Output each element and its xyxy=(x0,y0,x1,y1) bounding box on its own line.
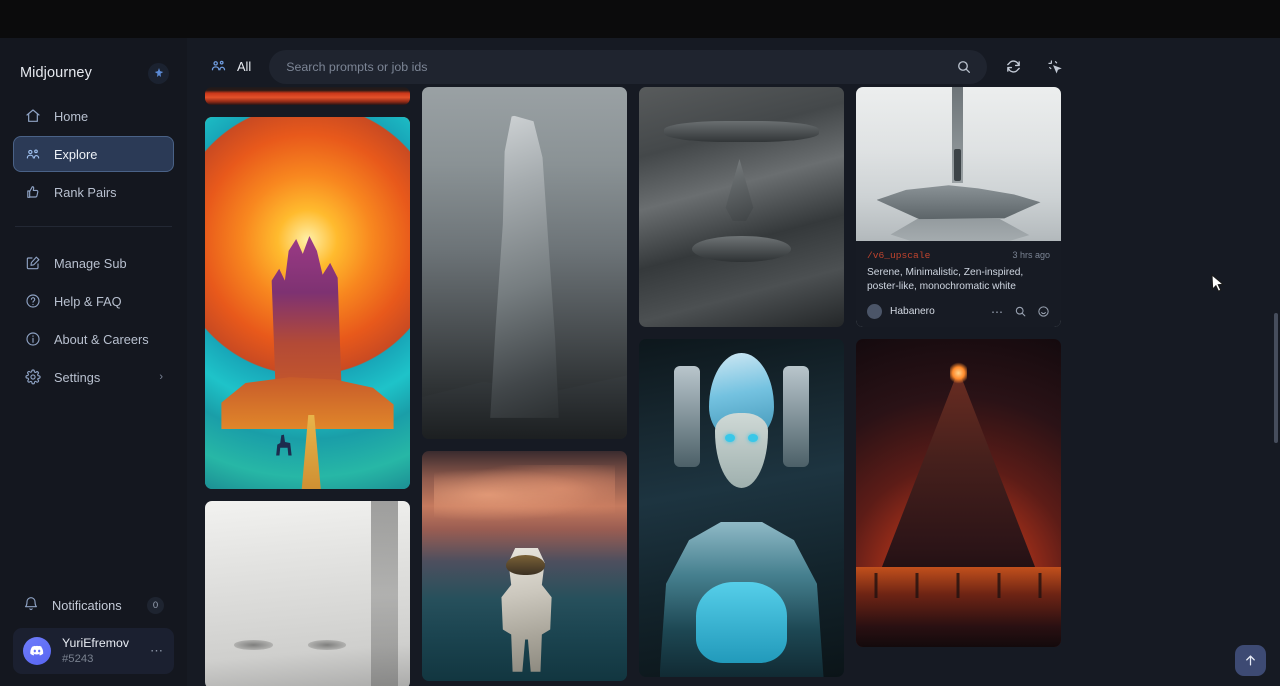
street-scene-thumb[interactable] xyxy=(205,87,410,105)
bell-icon xyxy=(23,596,39,615)
image-hover-card: /v6_upscale 3 hrs ago Serene, Minimalist… xyxy=(856,241,1061,327)
author-name[interactable]: Habanero xyxy=(890,306,935,317)
castle-sunset-art[interactable] xyxy=(205,117,410,489)
sidebar-bottom: Notifications 0 YuriEfremov #5243 ⋯ xyxy=(0,588,187,686)
thumbs-up-icon xyxy=(24,184,41,201)
explore-icon xyxy=(24,146,41,163)
artwork xyxy=(205,117,410,489)
sidebar-item-label: Help & FAQ xyxy=(54,294,122,309)
sparkle-cursor-button[interactable] xyxy=(1040,52,1069,81)
image-grid[interactable]: /v6_upscale 3 hrs ago Serene, Minimalist… xyxy=(187,87,1280,686)
app-root: Midjourney Home Explore xyxy=(0,0,1280,686)
rock-face-art[interactable] xyxy=(639,87,844,327)
artwork xyxy=(422,451,627,681)
cyborg-woman-art[interactable] xyxy=(639,339,844,677)
shrouded-figure-art[interactable] xyxy=(422,87,627,439)
brand-title: Midjourney xyxy=(20,65,92,81)
sidebar-item-about-careers[interactable]: About & Careers xyxy=(13,321,174,357)
filter-all-label: All xyxy=(237,59,251,74)
author-avatar xyxy=(867,304,882,319)
search-icon[interactable] xyxy=(1014,305,1027,318)
user-tag: #5243 xyxy=(62,652,129,666)
sparkle-badge-icon[interactable] xyxy=(148,63,169,84)
top-black-band xyxy=(0,0,1280,38)
filter-all-button[interactable]: All xyxy=(204,53,257,81)
sidebar-item-rank-pairs[interactable]: Rank Pairs xyxy=(13,174,174,210)
mouse-cursor xyxy=(1211,274,1226,299)
artwork xyxy=(205,87,410,105)
sidebar-item-label: Manage Sub xyxy=(54,256,127,271)
secondary-nav: Manage Sub Help & FAQ About & Careers Se… xyxy=(0,245,187,397)
grid-column-2 xyxy=(422,87,627,681)
sidebar-item-label: Explore xyxy=(54,147,97,162)
artwork xyxy=(205,501,410,686)
sidebar-item-help-faq[interactable]: Help & FAQ xyxy=(13,283,174,319)
discord-avatar-icon xyxy=(23,637,51,665)
primary-nav: Home Explore Rank Pairs xyxy=(0,98,187,212)
sidebar-item-label: Home xyxy=(54,109,88,124)
smiley-circle-icon[interactable] xyxy=(1037,305,1050,318)
notifications-count-badge: 0 xyxy=(147,597,164,614)
user-profile-row[interactable]: YuriEfremov #5243 ⋯ xyxy=(13,628,174,674)
zen-island-art[interactable]: /v6_upscale 3 hrs ago Serene, Minimalist… xyxy=(856,87,1061,327)
sidebar-item-settings[interactable]: Settings › xyxy=(13,359,174,395)
info-circle-icon xyxy=(24,331,41,348)
hover-card-actions: ⋯ xyxy=(991,305,1050,318)
scroll-to-top-button[interactable] xyxy=(1235,645,1266,676)
grid-column-4: /v6_upscale 3 hrs ago Serene, Minimalist… xyxy=(856,87,1061,647)
user-name: YuriEfremov xyxy=(62,636,129,651)
notifications-label: Notifications xyxy=(52,598,122,613)
home-icon xyxy=(24,108,41,125)
vertical-scrollbar[interactable] xyxy=(1274,313,1278,443)
people-group-icon xyxy=(210,57,227,77)
user-text-block: YuriEfremov #5243 xyxy=(62,636,129,665)
artwork xyxy=(639,87,844,327)
artwork xyxy=(856,339,1061,647)
ellipsis-icon[interactable]: ⋯ xyxy=(991,306,1004,318)
notifications-row[interactable]: Notifications 0 xyxy=(13,588,174,622)
sidebar-item-explore[interactable]: Explore xyxy=(13,136,174,172)
underwater-astronaut-art[interactable] xyxy=(422,451,627,681)
command-tag[interactable]: /v6_upscale xyxy=(867,250,930,261)
grid-column-1 xyxy=(205,87,410,686)
sidebar-divider xyxy=(15,226,172,227)
grid-column-3 xyxy=(639,87,844,677)
sidebar-item-label: Rank Pairs xyxy=(54,185,117,200)
artwork xyxy=(639,339,844,677)
chevron-right-icon: › xyxy=(159,371,163,383)
stone-bust-art[interactable] xyxy=(205,501,410,686)
brand-row: Midjourney xyxy=(0,38,187,90)
sidebar: Midjourney Home Explore xyxy=(0,38,187,686)
sidebar-item-label: About & Careers xyxy=(54,332,149,347)
ellipsis-icon[interactable]: ⋯ xyxy=(150,643,164,659)
refresh-button[interactable] xyxy=(999,52,1028,81)
timestamp: 3 hrs ago xyxy=(1012,250,1050,260)
gear-icon xyxy=(24,369,41,386)
sidebar-item-home[interactable]: Home xyxy=(13,98,174,134)
artwork xyxy=(422,87,627,439)
search-bar[interactable] xyxy=(269,50,987,84)
sidebar-item-label: Settings xyxy=(54,370,100,385)
question-circle-icon xyxy=(24,293,41,310)
search-icon[interactable] xyxy=(956,59,972,80)
main-content: All xyxy=(187,38,1280,686)
search-input[interactable] xyxy=(286,60,943,74)
prompt-text: Serene, Minimalistic, Zen-inspired, post… xyxy=(867,266,1050,293)
edit-square-icon xyxy=(24,255,41,272)
hover-card-header: /v6_upscale 3 hrs ago xyxy=(867,250,1050,261)
burning-pyramid-art[interactable] xyxy=(856,339,1061,647)
masonry-columns: /v6_upscale 3 hrs ago Serene, Minimalist… xyxy=(187,87,1280,686)
hover-card-footer: Habanero ⋯ xyxy=(867,304,1050,319)
sidebar-item-manage-sub[interactable]: Manage Sub xyxy=(13,245,174,281)
